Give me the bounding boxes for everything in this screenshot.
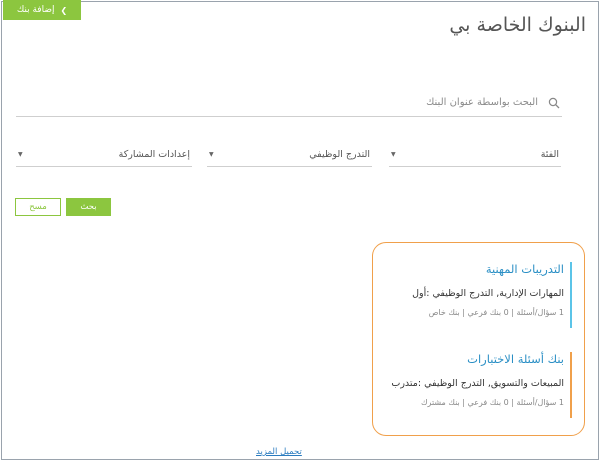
caret-down-icon: ▼ — [18, 151, 23, 158]
search-button[interactable]: بحث — [66, 198, 111, 216]
load-more-link[interactable]: تحميل المزيد — [256, 447, 302, 457]
bank-card: التدريبات المهنية المهارات الإدارية, الت… — [384, 262, 572, 328]
sharing-settings-dropdown[interactable]: إعدادات المشاركة ▼ — [16, 143, 192, 167]
bank-title-link[interactable]: بنك أسئلة الاختبارات — [384, 352, 564, 366]
bank-description: المهارات الإدارية, التدرج الوظيفي :أول — [412, 288, 564, 299]
sharing-settings-label: إعدادات المشاركة — [118, 149, 190, 160]
bank-meta: 1 سؤال/أسئلة | 0 بنك فرعي | بنك خاص — [428, 308, 564, 317]
add-bank-label: إضافة بنك — [16, 5, 55, 15]
add-bank-button[interactable]: ❯ إضافة بنك — [3, 0, 81, 20]
bank-card: بنك أسئلة الاختبارات المبيعات والتسويق, … — [384, 352, 572, 418]
career-grade-label: التدرج الوظيفي — [309, 149, 370, 160]
page-title: البنوك الخاصة بي — [449, 14, 586, 36]
category-dropdown[interactable]: الفئة ▼ — [389, 143, 561, 167]
bank-title-link[interactable]: التدريبات المهنية — [384, 262, 564, 276]
bank-meta: 1 سؤال/أسئلة | 0 بنك فرعي | بنك مشترك — [420, 398, 564, 407]
clear-button[interactable]: مسح — [15, 198, 61, 216]
bank-description: المبيعات والتسويق, التدرج الوظيفي :متدرب — [391, 378, 564, 389]
category-label: الفئة — [540, 149, 559, 160]
chevron-down-icon: ❯ — [60, 5, 68, 15]
search-input[interactable] — [16, 97, 538, 108]
career-grade-dropdown[interactable]: التدرج الوظيفي ▼ — [207, 143, 372, 167]
search-bar — [16, 89, 562, 117]
caret-down-icon: ▼ — [209, 151, 214, 158]
caret-down-icon: ▼ — [391, 151, 396, 158]
search-icon[interactable] — [546, 96, 560, 110]
